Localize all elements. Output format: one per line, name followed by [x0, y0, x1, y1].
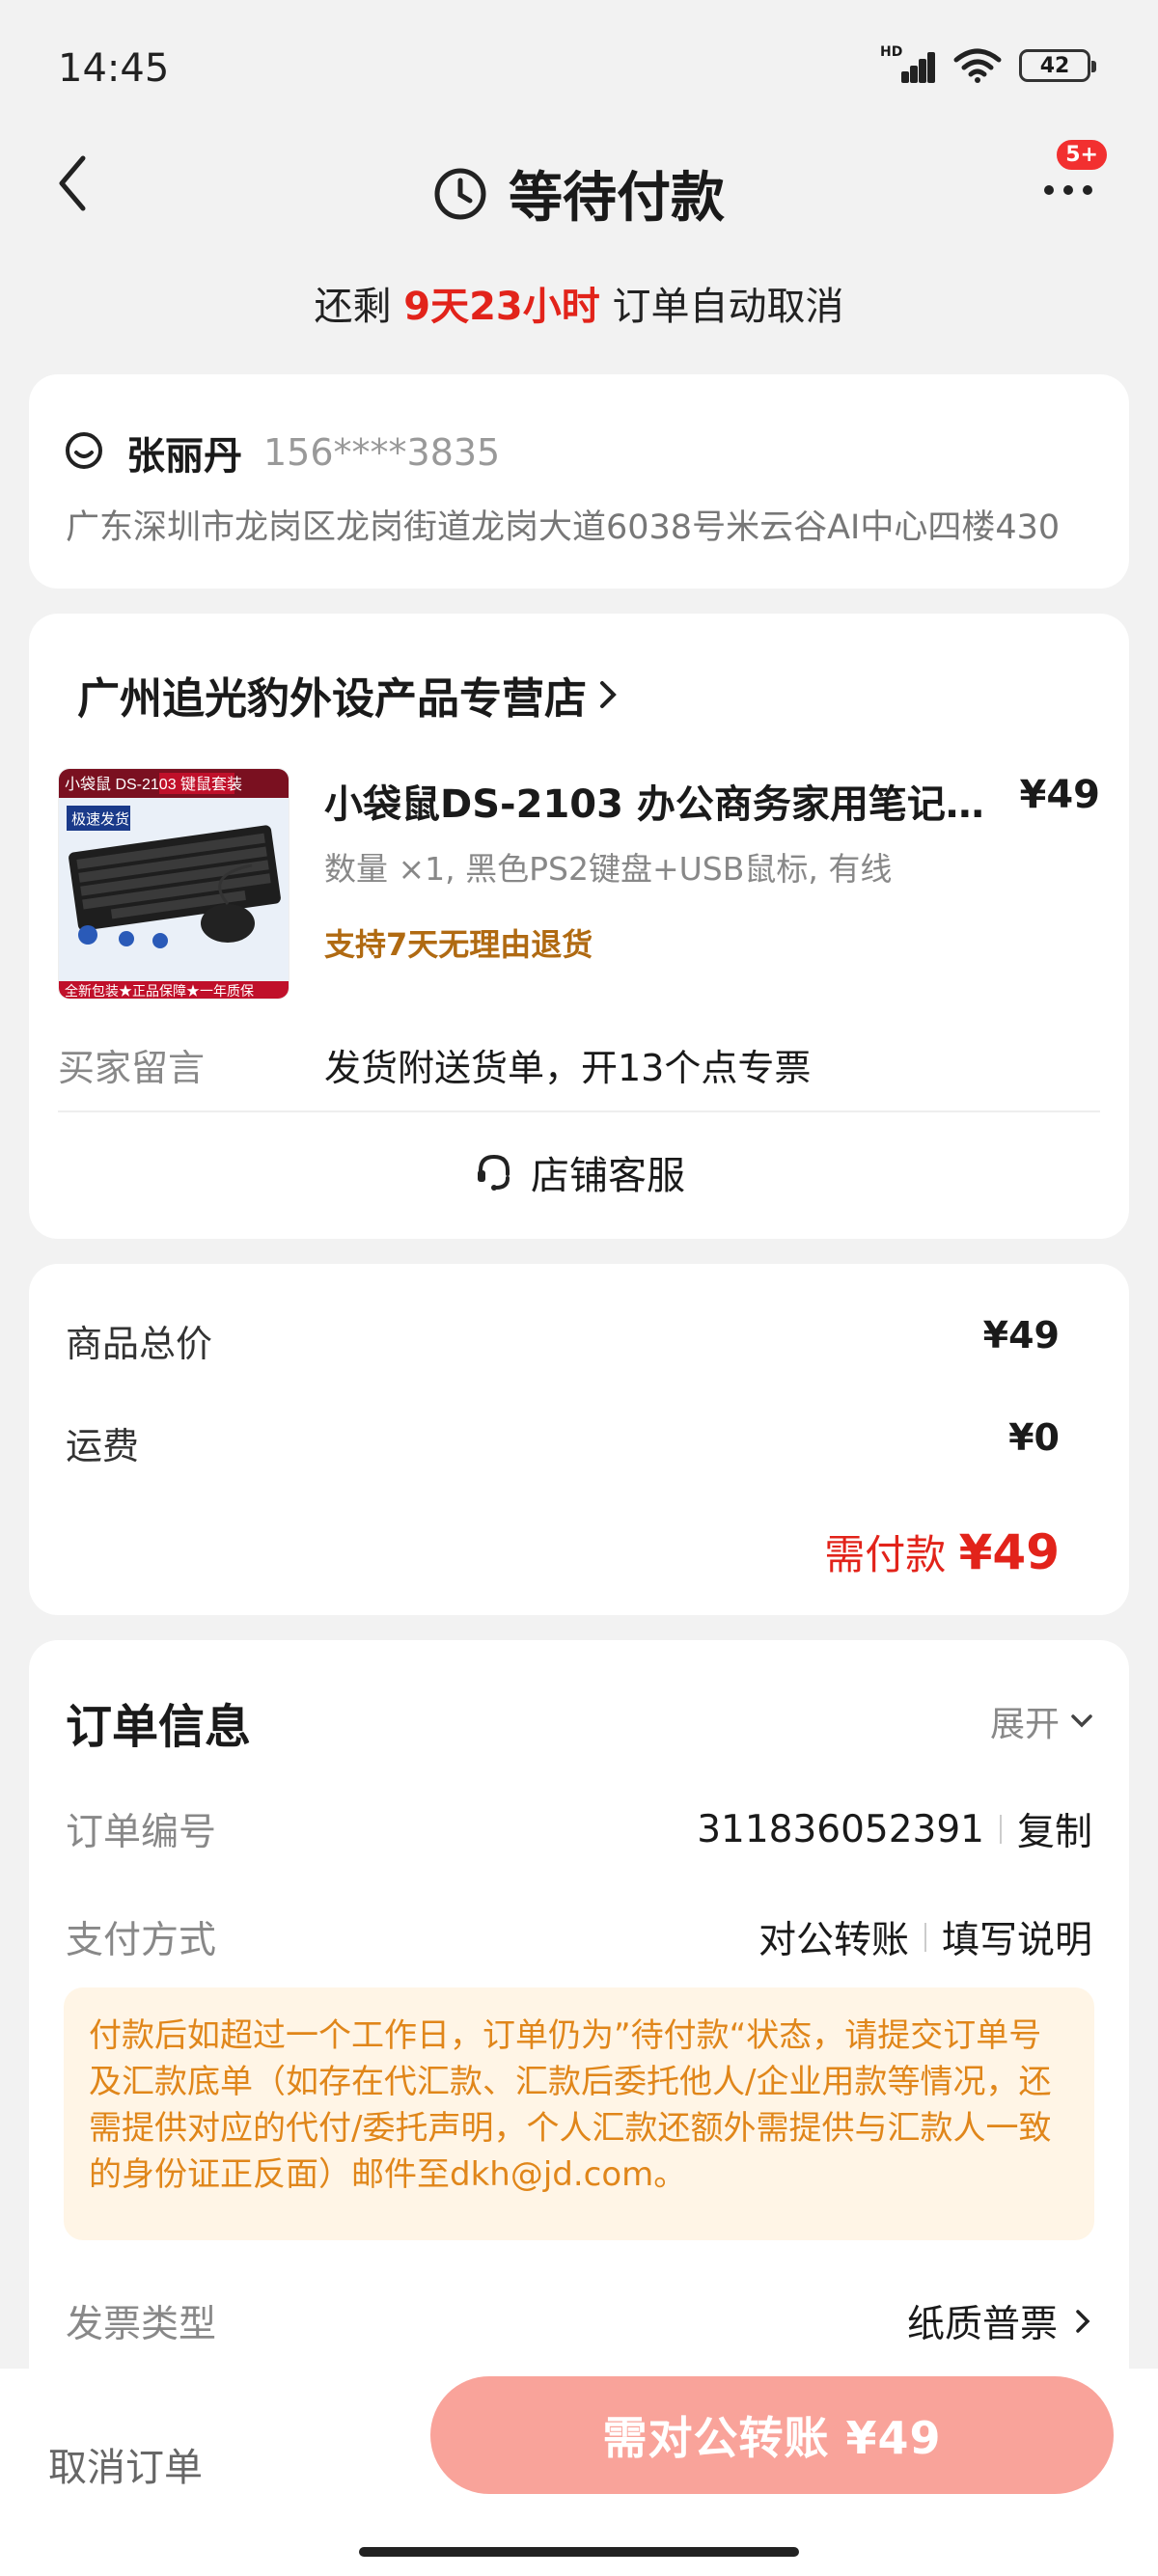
shop-name-link[interactable]: 广州追光豹外设产品专营店: [77, 664, 620, 726]
order-number: 311836052391: [697, 1807, 984, 1851]
product-image-banner: 小袋鼠 DS-2103 键鼠套装: [65, 776, 242, 793]
address-card[interactable]: 张丽丹 156****3835 广东深圳市龙岗区龙岗街道龙岗大道6038号米云谷…: [29, 374, 1129, 589]
address-detail: 广东深圳市龙岗区龙岗街道龙岗大道6038号米云谷AI中心四楼430: [66, 508, 1061, 547]
auto-cancel-countdown: 还剩 9天23小时 订单自动取消: [0, 275, 1158, 331]
separator: [999, 1815, 1002, 1844]
product-price: ¥49: [1019, 773, 1101, 817]
expand-button[interactable]: 展开: [990, 1696, 1094, 1746]
total-price-value: ¥49: [982, 1314, 1060, 1357]
need-pay-total: 需付款 ¥49: [824, 1522, 1060, 1581]
invoice-type-value: 纸质普票: [906, 2303, 1058, 2346]
chevron-right-icon: [600, 681, 617, 708]
fill-instructions-button[interactable]: 填写说明: [942, 1910, 1092, 1964]
signal-icon: HD: [880, 44, 936, 83]
page-title-wrap: 等待付款: [0, 154, 1158, 233]
location-pin-icon: [66, 432, 102, 469]
chevron-down-icon: [1071, 1714, 1092, 1728]
headset-icon: [478, 1154, 510, 1191]
separator: [924, 1923, 926, 1952]
network-type-label: HD: [880, 44, 903, 60]
clock-icon: [434, 168, 486, 219]
invoice-type-label: 发票类型: [66, 2303, 217, 2346]
order-number-row: 311836052391 复制: [697, 1802, 1092, 1856]
message-badge: 5+: [1054, 137, 1110, 173]
payment-method-row: 对公转账 填写说明: [758, 1910, 1092, 1964]
divider: [58, 1110, 1100, 1112]
shop-name: 广州追光豹外设产品专营店: [77, 674, 587, 724]
need-pay-label: 需付款: [824, 1531, 959, 1578]
shop-service-label: 店铺客服: [531, 1154, 685, 1198]
home-indicator[interactable]: [359, 2547, 799, 2557]
pay-button[interactable]: 需对公转账 ¥49: [430, 2376, 1114, 2494]
product-spec: 数量 ×1, 黑色PS2键盘+USB鼠标, 有线: [324, 850, 893, 888]
invoice-type-link[interactable]: 纸质普票: [907, 2294, 1092, 2348]
shop-service-button[interactable]: 店铺客服: [29, 1144, 1129, 1200]
need-pay-amount: ¥49: [958, 1524, 1060, 1580]
product-name[interactable]: 小袋鼠DS-2103 办公商务家用笔记本台式电脑有线键盘鼠标套装: [324, 773, 1000, 829]
price-summary-card: 商品总价 ¥49 运费 ¥0 需付款 ¥49: [29, 1264, 1129, 1615]
shop-card: 广州追光豹外设产品专营店 小袋鼠 DS-2103 键鼠套装 极速发货 全新包装★…: [29, 614, 1129, 1239]
total-price-label: 商品总价: [66, 1323, 213, 1365]
order-info-card: 订单信息 展开 订单编号 311836052391 复制 支付方式 对公转账 填…: [29, 1640, 1129, 2373]
more-button[interactable]: 5+: [1036, 137, 1110, 212]
expand-label: 展开: [989, 1705, 1060, 1744]
nav-bar: 等待付款 5+: [0, 125, 1158, 251]
more-dots-icon: [1044, 185, 1092, 195]
countdown-prefix: 还剩: [314, 285, 404, 329]
product-image[interactable]: 小袋鼠 DS-2103 键鼠套装 极速发货 全新包装★正品保障★一年质保: [58, 768, 290, 1000]
chevron-right-icon: [1076, 2310, 1090, 2333]
countdown-time: 9天23小时: [403, 285, 600, 329]
payment-method-value: 对公转账: [758, 1919, 909, 1962]
copy-button[interactable]: 复制: [1017, 1802, 1092, 1856]
cancel-order-button[interactable]: 取消订单: [48, 2436, 203, 2492]
buyer-message-label: 买家留言: [58, 1047, 206, 1089]
status-time: 14:45: [58, 46, 170, 91]
payment-method-label: 支付方式: [66, 1919, 217, 1962]
wifi-icon: [953, 48, 1002, 83]
buyer-message: 发货附送货单，开13个点专票: [324, 1047, 812, 1089]
product-image-footer: 全新包装★正品保障★一年质保: [65, 983, 254, 999]
countdown-suffix: 订单自动取消: [599, 285, 844, 329]
return-policy: 支持7天无理由退货: [324, 926, 593, 963]
product-image-tag: 极速发货: [71, 811, 129, 828]
shipping-value: ¥0: [1008, 1416, 1060, 1459]
status-bar: 14:45 HD 42: [0, 0, 1158, 125]
order-info-title: 订单信息: [66, 1700, 252, 1754]
recipient-name: 张丽丹: [126, 434, 242, 479]
shipping-label: 运费: [66, 1425, 140, 1467]
keyboard-mouse-image: 小袋鼠 DS-2103 键鼠套装 极速发货 全新包装★正品保障★一年质保: [59, 769, 289, 999]
battery-level: 42: [1039, 53, 1070, 78]
recipient-phone: 156****3835: [263, 431, 501, 474]
bottom-action-bar: 取消订单 需对公转账 ¥49: [0, 2369, 1158, 2576]
system-icons: HD 42: [880, 44, 1096, 83]
page-title: 等待付款: [509, 167, 725, 230]
order-number-label: 订单编号: [66, 1811, 217, 1854]
battery-icon: 42: [1019, 49, 1096, 82]
payment-notice: 付款后如超过一个工作日，订单仍为”待付款“状态，请提交订单号及汇款底单（如存在代…: [64, 1987, 1094, 2240]
